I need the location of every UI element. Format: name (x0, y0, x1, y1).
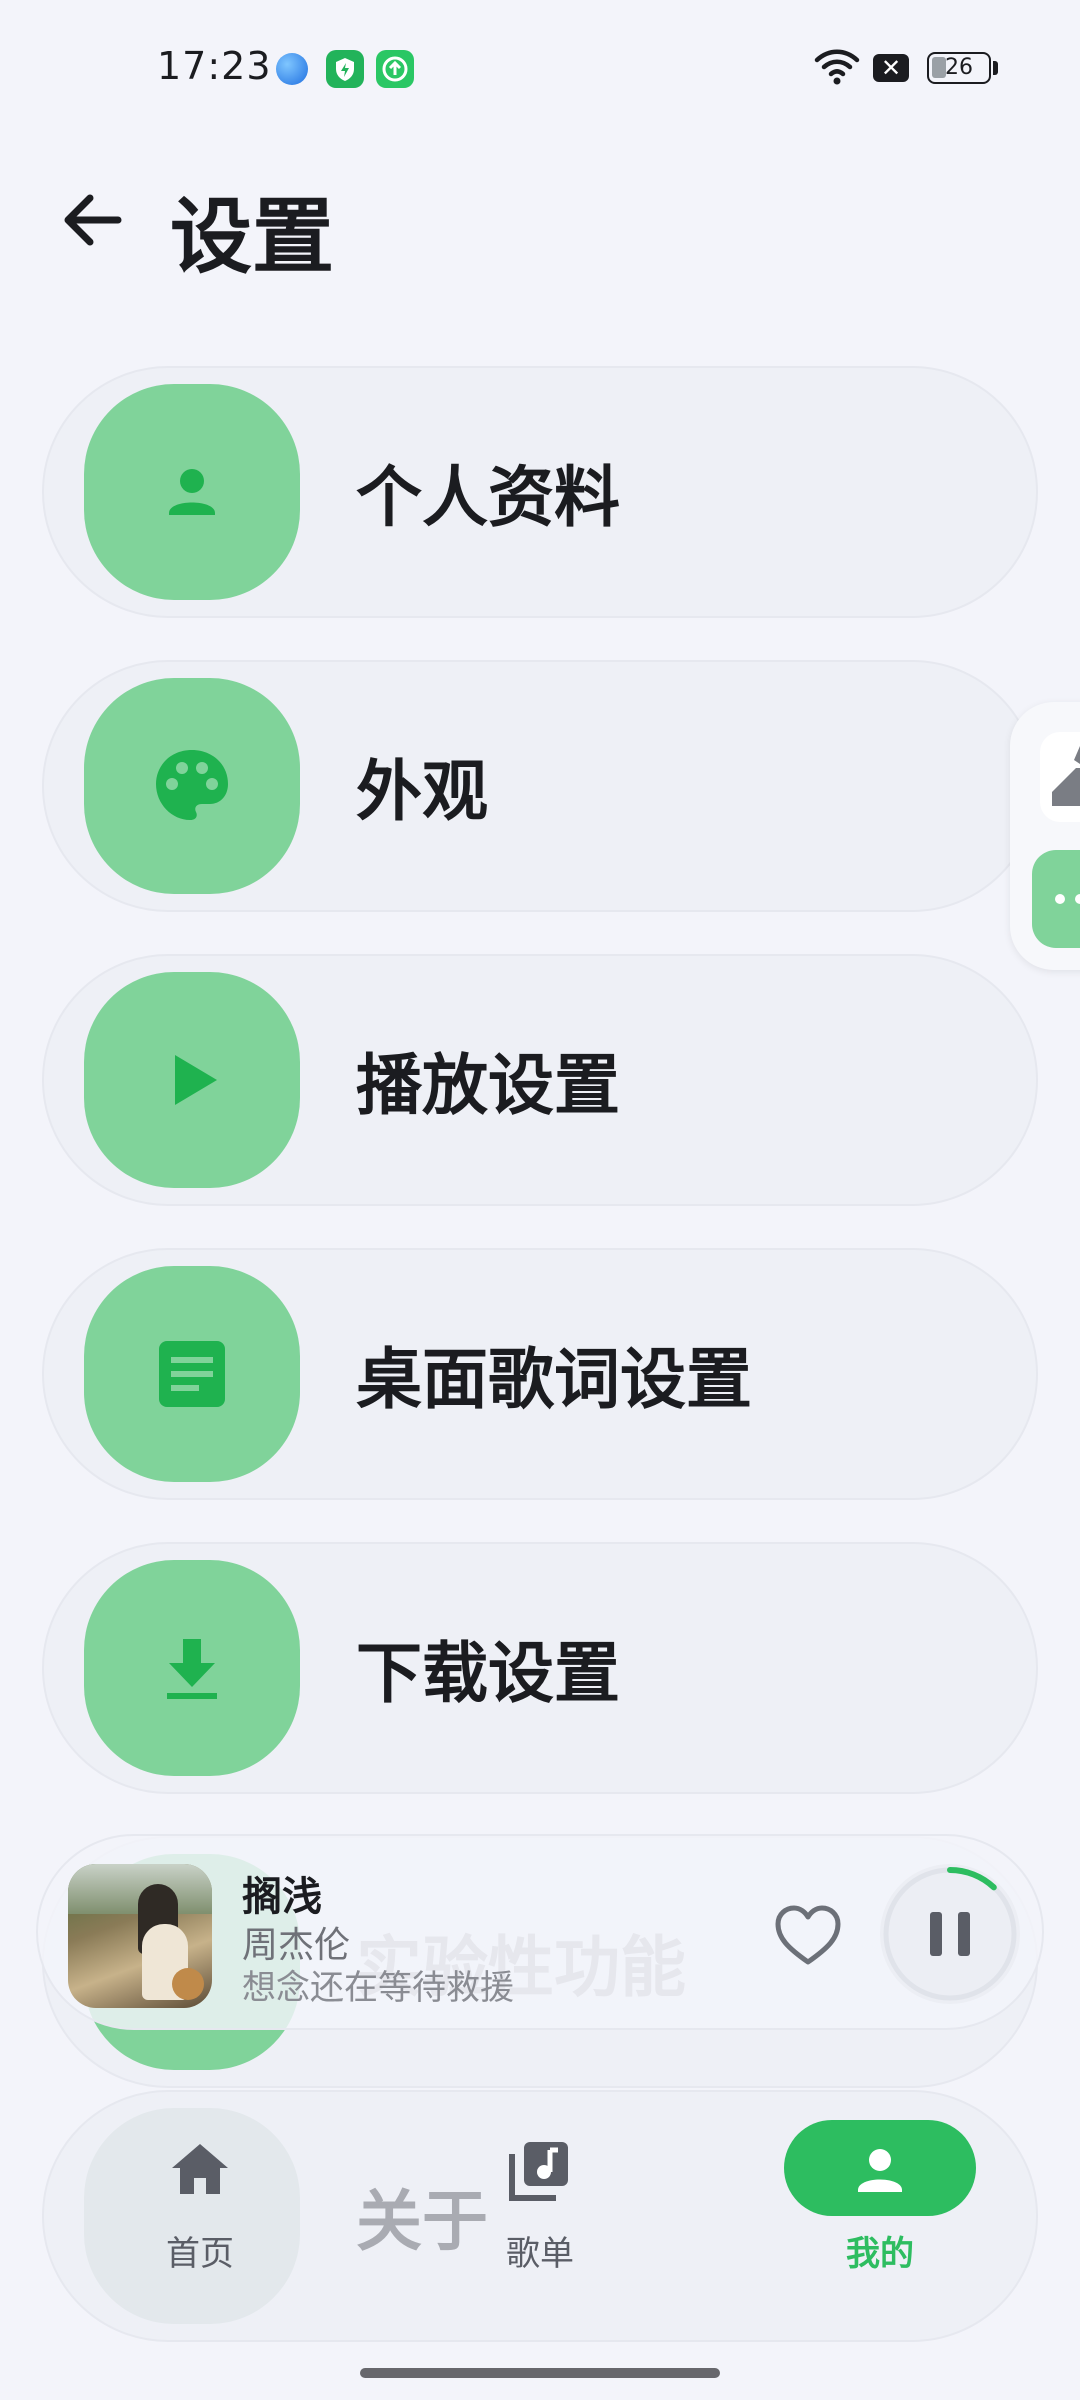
floating-side-panel[interactable] (1010, 702, 1080, 970)
nav-home-label: 首页 (166, 2234, 234, 2274)
battery-icon: 26 (927, 52, 991, 84)
battery-level: 26 (945, 55, 973, 80)
profile-icon-box (84, 384, 300, 600)
page-title: 设置 (170, 190, 335, 285)
heart-icon (775, 1905, 841, 1965)
no-sim-icon: ✕ (873, 54, 909, 82)
person-icon (840, 2130, 920, 2210)
playback-icon-box (84, 972, 300, 1188)
upload-notification-icon (376, 50, 414, 88)
status-time: 17:23 (157, 44, 272, 88)
nav-mine-label: 我的 (846, 2234, 914, 2274)
lyrics-icon (159, 1341, 225, 1407)
home-indicator[interactable] (360, 2368, 720, 2378)
app-notification-icon (276, 53, 308, 85)
song-lyric: 想念还在等待救援 (242, 1968, 514, 2008)
setting-item-download[interactable]: 下载设置 (42, 1542, 1038, 1794)
palette-icon (156, 750, 228, 820)
person-icon (169, 469, 215, 515)
setting-label: 桌面歌词设置 (356, 1341, 752, 1418)
tool-icon (1052, 746, 1080, 806)
pause-icon (930, 1912, 970, 1956)
back-button[interactable] (56, 180, 136, 260)
setting-label: 播放设置 (356, 1047, 620, 1124)
appearance-icon-box (84, 678, 300, 894)
setting-item-profile[interactable]: 个人资料 (42, 366, 1038, 618)
wifi-icon (814, 48, 860, 90)
battery-tip (993, 61, 998, 75)
mini-player[interactable]: 搁浅 周杰伦 想念还在等待救援 (36, 1834, 1044, 2030)
arrow-back-icon (64, 194, 122, 246)
setting-label: 下载设置 (356, 1635, 620, 1712)
song-title: 搁浅 (242, 1874, 322, 1920)
setting-label: 个人资料 (356, 459, 620, 536)
progress-ring (947, 1867, 997, 1891)
setting-item-appearance[interactable]: 外观 (42, 660, 1038, 912)
play-icon (175, 1055, 217, 1105)
bottom-navigation: 首页 歌单 我的 (0, 2080, 1080, 2280)
setting-label: 外观 (356, 753, 488, 830)
playlist-icon (500, 2130, 580, 2210)
nav-playlist-label: 歌单 (506, 2234, 574, 2274)
nav-playlist[interactable]: 歌单 (440, 2080, 640, 2280)
download-icon (167, 1639, 217, 1699)
lyrics-icon-box (84, 1266, 300, 1482)
side-panel-tool[interactable] (1040, 732, 1080, 822)
more-icon (1055, 894, 1080, 904)
like-button[interactable] (768, 1896, 848, 1976)
download-icon-box (84, 1560, 300, 1776)
nav-mine[interactable]: 我的 (780, 2080, 980, 2280)
status-bar: 17:23 ✕ 26 (0, 0, 1080, 130)
album-cover[interactable] (68, 1864, 212, 2008)
pause-button[interactable] (880, 1864, 1020, 2004)
setting-item-desktop-lyrics[interactable]: 桌面歌词设置 (42, 1248, 1038, 1500)
home-icon (160, 2130, 240, 2210)
side-panel-more[interactable] (1032, 850, 1080, 948)
setting-item-playback[interactable]: 播放设置 (42, 954, 1038, 1206)
nav-home[interactable]: 首页 (100, 2080, 300, 2280)
shield-notification-icon (326, 50, 364, 88)
